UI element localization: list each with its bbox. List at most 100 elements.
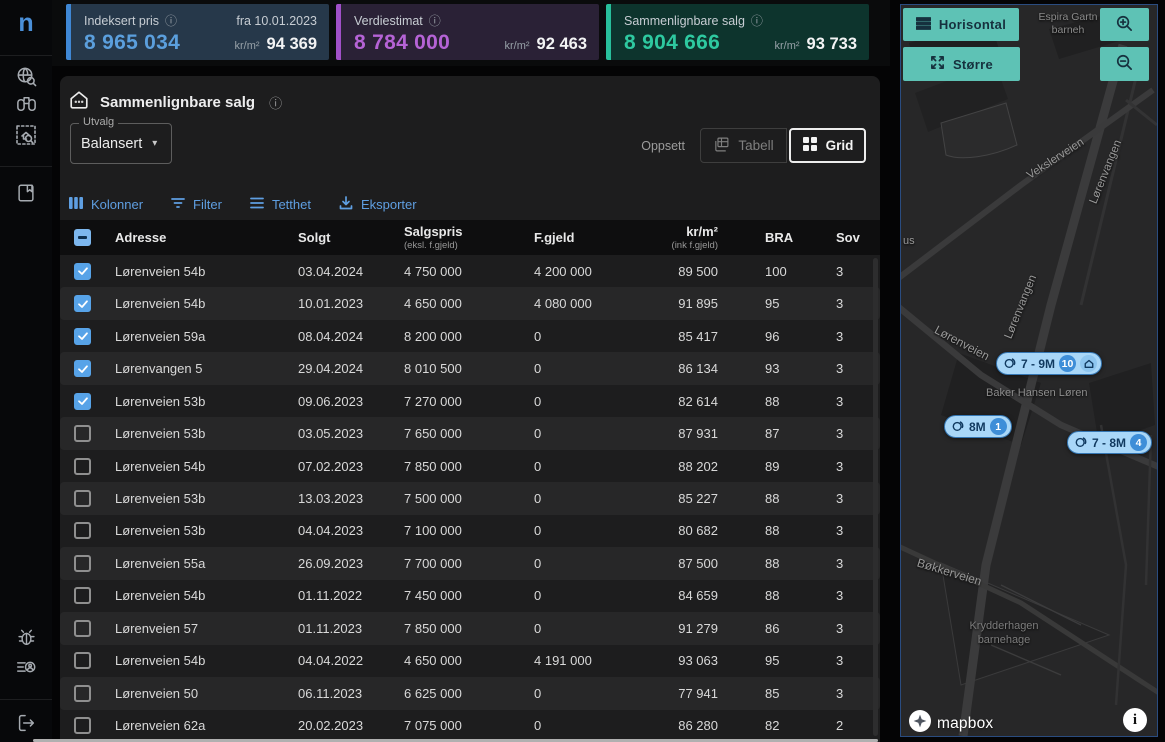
cell-salgspris: 7 100 000: [394, 523, 524, 538]
table-row[interactable]: Lørenveien 54b01.11.20227 450 000084 659…: [60, 580, 880, 612]
cell-krm2: 88 202: [650, 459, 718, 474]
row-checkbox[interactable]: [74, 587, 91, 604]
card-label: Verdiestimat: [354, 14, 423, 28]
sidebar-item-explore[interactable]: [9, 94, 43, 120]
sidebar-divider: [0, 55, 52, 56]
download-icon: [338, 195, 354, 214]
row-checkbox[interactable]: [74, 490, 91, 507]
info-icon[interactable]: ⓘ: [269, 93, 282, 112]
enlarge-map-button[interactable]: Større: [903, 47, 1020, 81]
table-row[interactable]: Lørenveien 5006.11.20236 625 000077 9418…: [60, 677, 880, 709]
row-checkbox[interactable]: [74, 393, 91, 410]
table-row[interactable]: Lørenveien 54b03.04.20244 750 0004 200 0…: [60, 255, 880, 287]
cell-salgspris: 7 500 000: [394, 491, 524, 506]
cell-bra: 89: [718, 459, 820, 474]
cell-adresse: Lørenveien 54b: [105, 459, 288, 474]
row-checkbox[interactable]: [74, 717, 91, 734]
utvalg-select[interactable]: Utvalg Balansert ▾: [70, 123, 172, 164]
zoom-out-icon: [1115, 53, 1134, 75]
mapbox-logo-icon[interactable]: [909, 710, 931, 737]
columns-button[interactable]: Kolonner: [68, 195, 143, 214]
info-icon[interactable]: ⓘ: [751, 12, 763, 29]
filter-button[interactable]: Filter: [170, 195, 222, 214]
info-icon[interactable]: ⓘ: [165, 12, 177, 29]
map-marker-cluster[interactable]: 7 - 9M 10: [996, 352, 1102, 375]
row-checkbox[interactable]: [74, 360, 91, 377]
table-row[interactable]: Lørenveien 59a08.04.20248 200 000085 417…: [60, 320, 880, 352]
col-header-adresse[interactable]: Adresse: [105, 230, 288, 245]
map-info-button[interactable]: i: [1123, 708, 1147, 732]
zoom-in-button[interactable]: [1100, 8, 1149, 41]
horizontal-scrollbar[interactable]: [33, 739, 878, 742]
vertical-scrollbar[interactable]: [873, 258, 878, 736]
sidebar-item-journal[interactable]: [9, 182, 43, 208]
cell-sov: 3: [820, 556, 880, 571]
row-checkbox[interactable]: [74, 458, 91, 475]
row-checkbox[interactable]: [74, 522, 91, 539]
table-row[interactable]: Lørenveien 53b03.05.20237 650 000087 931…: [60, 417, 880, 449]
cell-fgjeld: 4 200 000: [524, 264, 650, 279]
table-row[interactable]: Lørenveien 55a26.09.20237 700 000087 500…: [60, 547, 880, 579]
row-checkbox[interactable]: [74, 425, 91, 442]
table-row[interactable]: Lørenveien 53b13.03.20237 500 000085 227…: [60, 482, 880, 514]
table-row[interactable]: Lørenveien 54b10.01.20234 650 0004 080 0…: [60, 287, 880, 319]
row-checkbox[interactable]: [74, 263, 91, 280]
map-marker-cluster[interactable]: 7 - 8M 4: [1067, 431, 1152, 454]
cell-adresse: Lørenveien 54b: [105, 296, 288, 311]
horizontal-layout-button[interactable]: Horisontal: [903, 8, 1019, 41]
cell-salgspris: 6 625 000: [394, 686, 524, 701]
row-checkbox[interactable]: [74, 295, 91, 312]
cell-fgjeld: 4 191 000: [524, 653, 650, 668]
cell-adresse: Lørenveien 55a: [105, 556, 288, 571]
sidebar-item-accounts[interactable]: [9, 656, 43, 682]
col-header-fgjeld[interactable]: F.gjeld: [524, 230, 650, 245]
col-header-krm2[interactable]: kr/m² (ink f.gjeld): [650, 224, 718, 251]
app-logo[interactable]: n: [9, 8, 43, 38]
cell-salgspris: 4 650 000: [394, 296, 524, 311]
table-row[interactable]: Lørenvangen 529.04.20248 010 500086 1349…: [60, 352, 880, 384]
cell-fgjeld: 0: [524, 523, 650, 538]
marker-price-range: 7 - 9M: [1021, 357, 1055, 371]
table-row[interactable]: Lørenveien 53b04.04.20237 100 000080 682…: [60, 515, 880, 547]
col-header-sov[interactable]: Sov: [820, 230, 880, 245]
zoom-out-button[interactable]: [1100, 47, 1149, 81]
select-all-checkbox[interactable]: [74, 229, 91, 246]
cell-solgt: 29.04.2024: [288, 361, 394, 376]
row-checkbox[interactable]: [74, 328, 91, 345]
table-row[interactable]: Lørenveien 54b04.04.20224 650 0004 191 0…: [60, 645, 880, 677]
row-checkbox[interactable]: [74, 652, 91, 669]
cell-salgspris: 7 450 000: [394, 588, 524, 603]
sidebar-item-logout[interactable]: [9, 712, 43, 738]
table-row[interactable]: Lørenveien 54b07.02.20237 850 000088 202…: [60, 450, 880, 482]
cell-solgt: 07.02.2023: [288, 459, 394, 474]
cell-fgjeld: 0: [524, 459, 650, 474]
col-header-bra[interactable]: BRA: [718, 230, 820, 245]
export-button[interactable]: Eksporter: [338, 195, 417, 214]
row-checkbox[interactable]: [74, 685, 91, 702]
cell-solgt: 06.11.2023: [288, 686, 394, 701]
map-marker-cluster[interactable]: 8M 1: [944, 415, 1012, 438]
row-checkbox[interactable]: [74, 620, 91, 637]
enlarge-button-label: Større: [953, 57, 993, 72]
row-checkbox[interactable]: [74, 555, 91, 572]
view-toggle-tabell[interactable]: Tabell: [700, 128, 787, 163]
table-row[interactable]: Lørenveien 53b09.06.20237 270 000082 614…: [60, 385, 880, 417]
info-icon[interactable]: ⓘ: [429, 12, 441, 29]
view-toggle-grid[interactable]: Grid: [789, 128, 866, 163]
sidebar-item-area-search[interactable]: [9, 124, 43, 150]
marker-price-range: 8M: [969, 420, 986, 434]
card-unit: kr/m²: [504, 40, 529, 52]
map-panel[interactable]: Espira Gartn barneh Vekslerveien Lørenva…: [900, 4, 1158, 737]
card-unit-value: 93 733: [807, 35, 857, 53]
cell-sov: 3: [820, 296, 880, 311]
col-header-salgspris[interactable]: Salgspris (eksl. f.gjeld): [394, 224, 524, 251]
cell-adresse: Lørenveien 50: [105, 686, 288, 701]
table-row[interactable]: Lørenveien 62a20.02.20237 075 000086 280…: [60, 710, 880, 742]
sidebar-item-debug[interactable]: [9, 627, 43, 653]
col-header-solgt[interactable]: Solgt: [288, 230, 394, 245]
sidebar-item-map-search[interactable]: [9, 66, 43, 92]
table-row[interactable]: Lørenveien 5701.11.20237 850 000091 2798…: [60, 612, 880, 644]
density-button[interactable]: Tetthet: [249, 195, 311, 214]
mapbox-wordmark[interactable]: mapbox: [937, 715, 993, 733]
map-place-krydderhagen: Krydderhagen: [969, 620, 1038, 632]
